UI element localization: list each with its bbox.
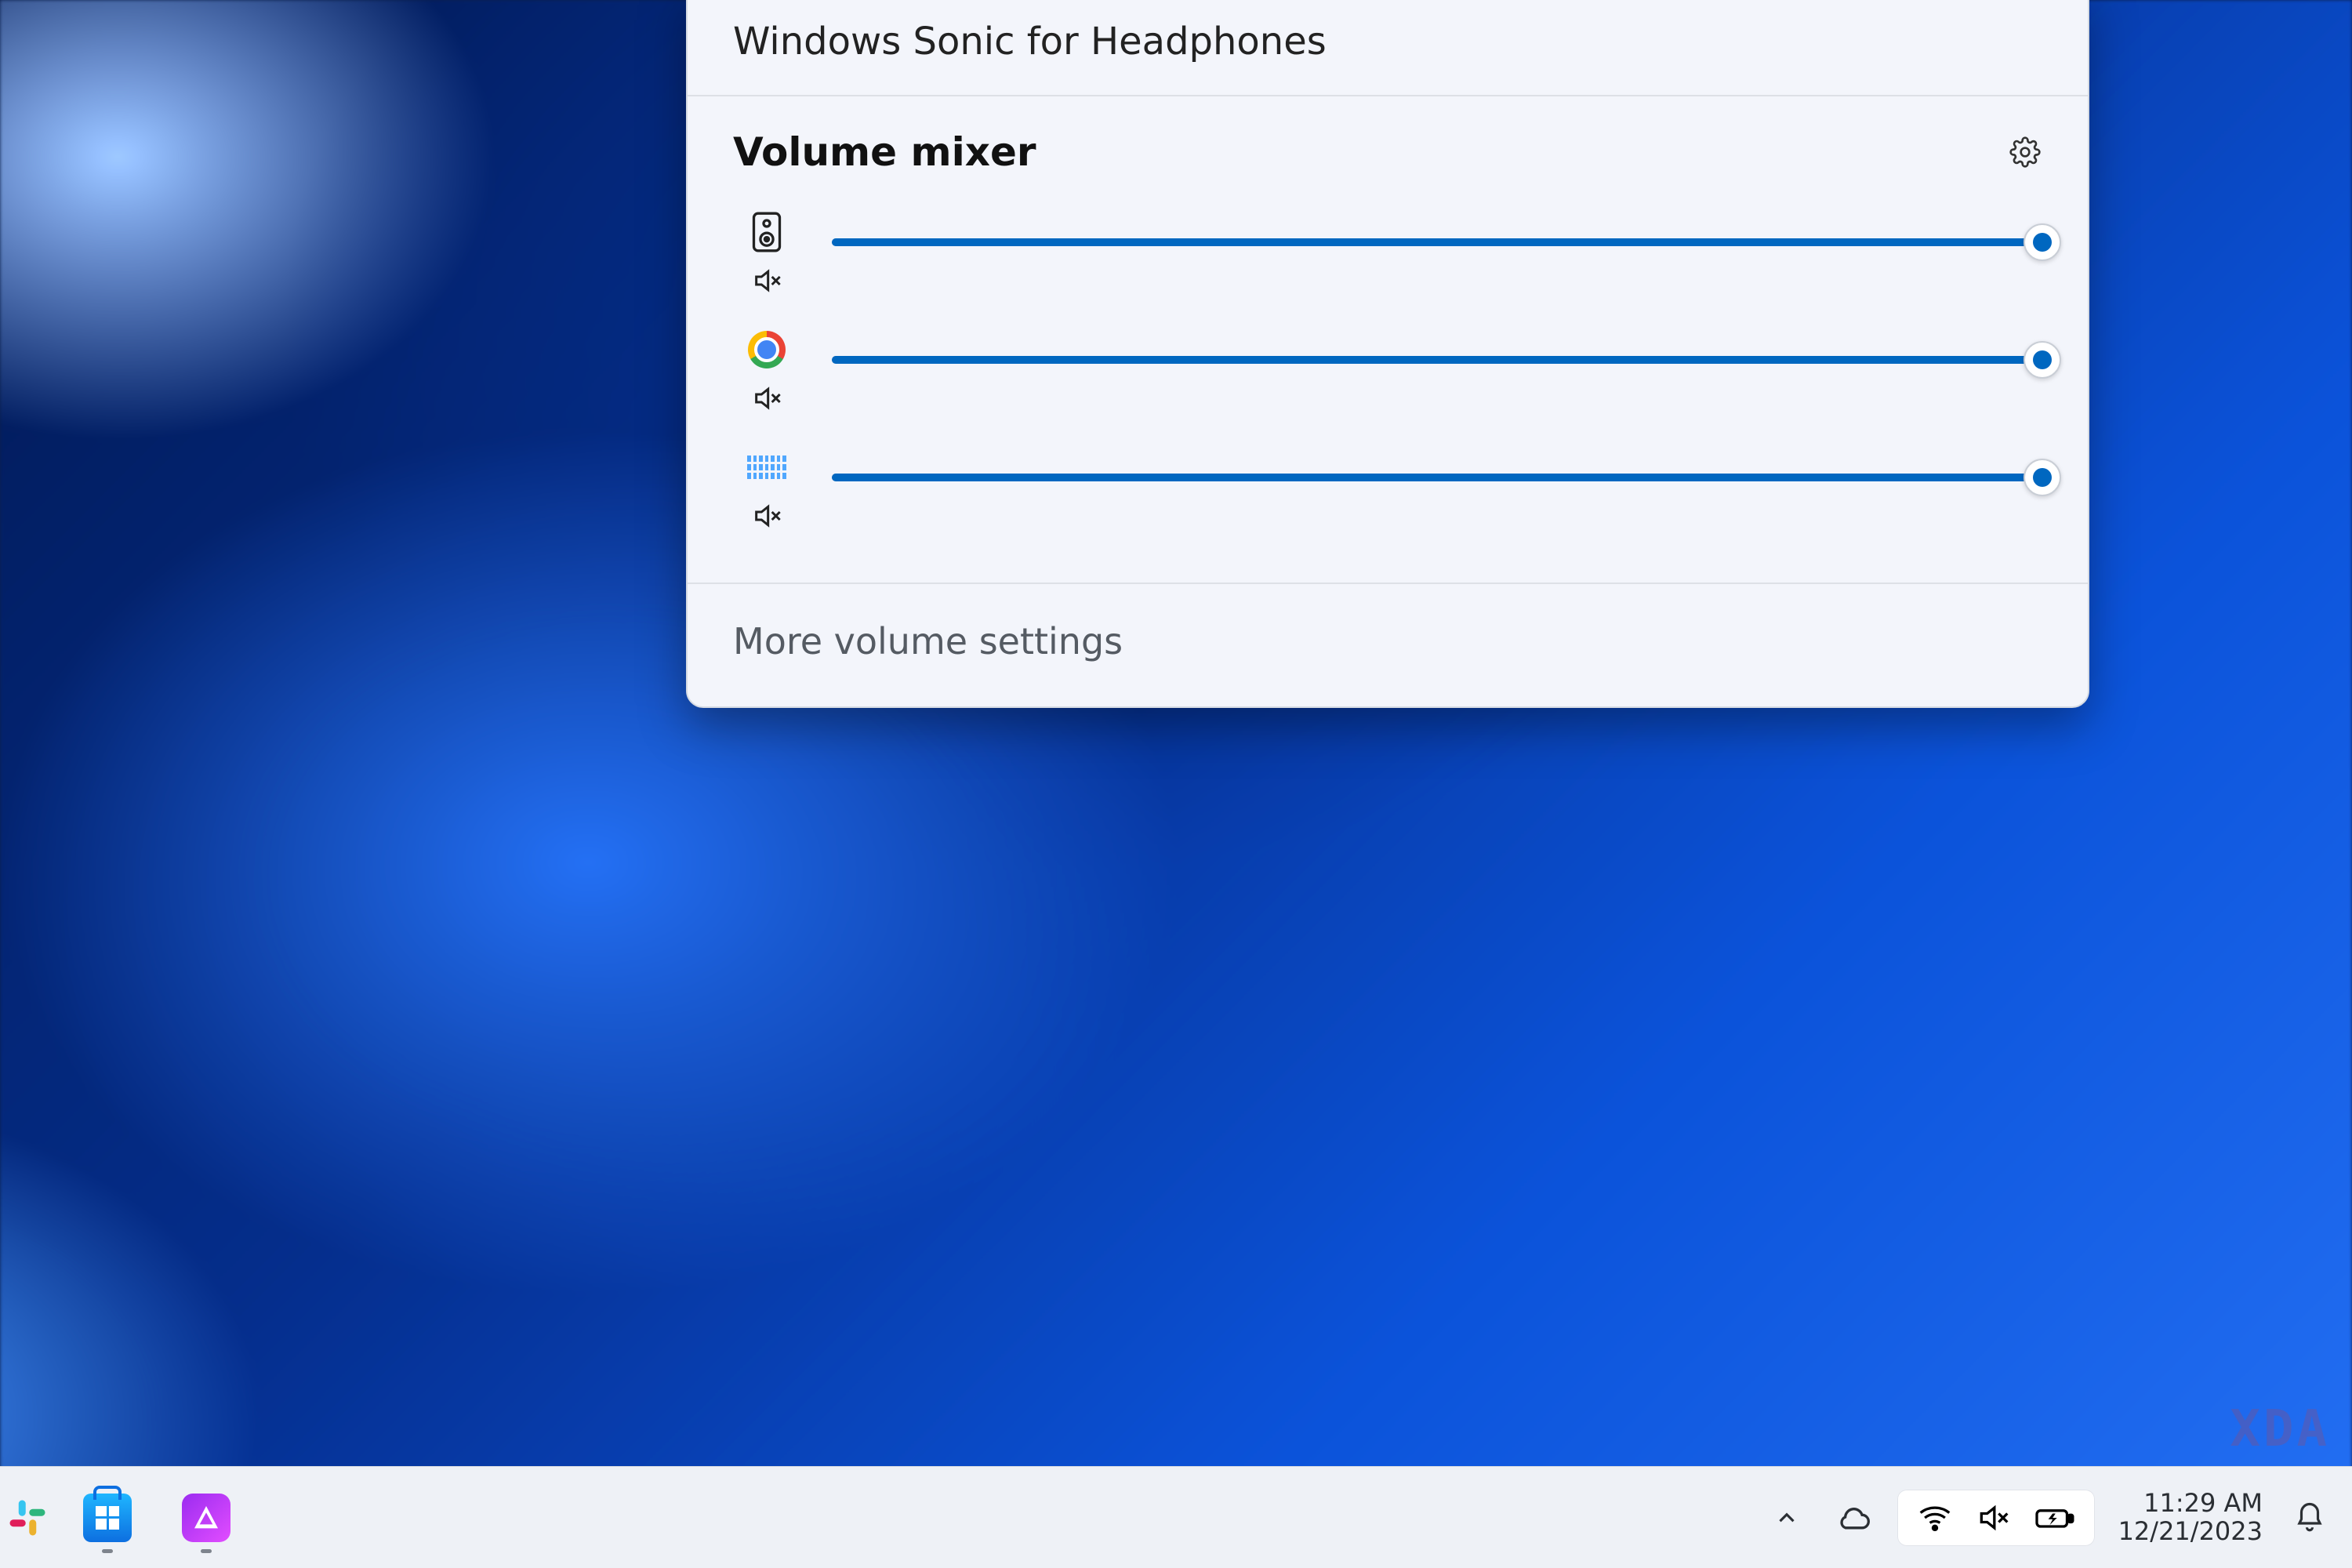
clock-date: 12/21/2023 <box>2118 1518 2263 1546</box>
taskbar-tray: 11:29 AM 12/21/2023 <box>1762 1490 2333 1546</box>
spatial-sound-label: Windows Sonic for Headphones <box>733 20 1327 64</box>
tray-overflow-button[interactable] <box>1762 1494 1811 1542</box>
notifications-button[interactable] <box>2286 1494 2333 1541</box>
msstore-icon <box>83 1494 132 1542</box>
affinity-icon <box>182 1494 230 1542</box>
volume-mixer-list <box>688 183 2088 583</box>
clock-time: 11:29 AM <box>2143 1490 2263 1518</box>
taskbar-app-slack[interactable] <box>6 1478 49 1558</box>
mute-button-chrome[interactable] <box>749 380 785 416</box>
gear-icon <box>2009 136 2041 168</box>
taskbar-apps <box>0 1478 246 1558</box>
volume-mixer-header: Volume mixer <box>688 96 2088 183</box>
battery-charging-icon <box>2034 1501 2074 1535</box>
volume-mute-icon <box>751 500 782 532</box>
slack-icon <box>6 1493 49 1543</box>
taskbar-app-affinity[interactable] <box>166 1478 246 1558</box>
chrome-icon <box>747 330 786 369</box>
taskbar-clock[interactable]: 11:29 AM 12/21/2023 <box>2114 1490 2267 1546</box>
tray-onedrive[interactable] <box>1830 1494 1878 1542</box>
running-indicator <box>102 1549 113 1553</box>
speaker-device-icon <box>747 212 786 252</box>
mute-button-system[interactable] <box>749 263 785 299</box>
running-indicator <box>201 1549 212 1553</box>
mute-button-keyboard[interactable] <box>749 498 785 534</box>
mixer-row-keyboard <box>733 426 2042 543</box>
mixer-row-chrome <box>733 308 2042 426</box>
volume-slider-system[interactable] <box>832 212 2042 269</box>
volume-slider-chrome[interactable] <box>832 330 2042 387</box>
more-volume-settings-label: More volume settings <box>733 620 1123 662</box>
volume-mixer-title: Volume mixer <box>733 129 1036 175</box>
bell-icon <box>2293 1501 2326 1534</box>
volume-mute-icon <box>1976 1501 2010 1535</box>
taskbar: 11:29 AM 12/21/2023 <box>0 1466 2352 1568</box>
cloud-icon <box>1837 1501 1871 1535</box>
wifi-icon <box>1918 1501 1952 1535</box>
volume-flyout: Windows Sonic for Headphones Volume mixe… <box>686 0 2089 708</box>
more-volume-settings-link[interactable]: More volume settings <box>688 583 2088 706</box>
chevron-up-icon <box>1773 1504 1800 1531</box>
system-status-group[interactable] <box>1897 1490 2095 1546</box>
taskbar-app-msstore[interactable] <box>67 1478 147 1558</box>
volume-mute-icon <box>751 383 782 414</box>
keyboard-icon <box>747 448 786 487</box>
volume-mute-icon <box>751 265 782 296</box>
volume-mixer-settings-button[interactable] <box>2008 135 2042 169</box>
mixer-row-system <box>733 191 2042 308</box>
spatial-sound-row[interactable]: Windows Sonic for Headphones <box>688 0 2088 96</box>
volume-slider-keyboard[interactable] <box>832 448 2042 504</box>
